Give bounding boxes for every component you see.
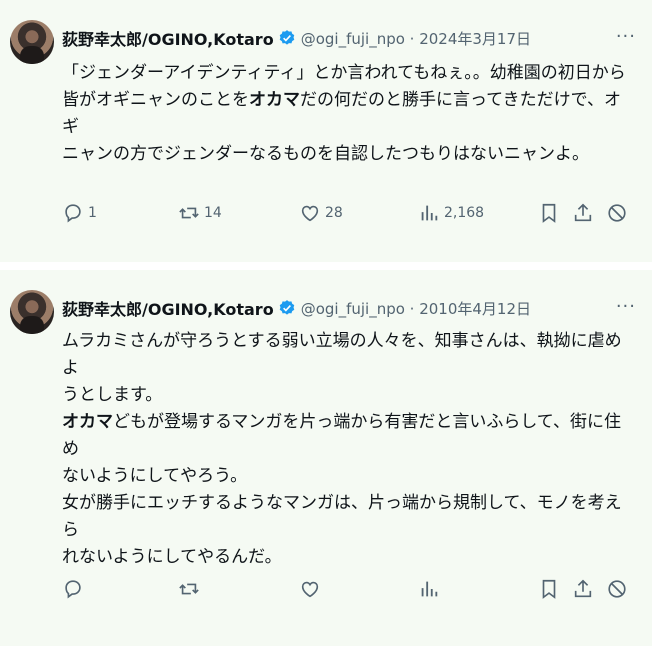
block-icon (608, 204, 626, 222)
tweet-text: ムラカミさんが守ろうとする弱い立場の人々を、知事さんは、執拗に虐めようとします。… (62, 328, 636, 571)
like-icon (301, 205, 319, 222)
like-count: 28 (325, 205, 343, 221)
share-button[interactable] (572, 202, 594, 224)
avatar[interactable] (10, 20, 54, 64)
share-button[interactable] (572, 578, 594, 600)
tweet-text-line: うとします。 (62, 382, 636, 409)
text-run: ムラカミさんが守ろうとする弱い立場の人々を、知事さんは、執拗に虐めよ (62, 331, 622, 378)
avatar[interactable] (10, 290, 54, 334)
tweet-text-line: ないようにしてやろう。 (62, 463, 636, 490)
views-icon (421, 581, 438, 597)
bookmark-button[interactable] (538, 578, 560, 600)
bold-text: オカマ (249, 90, 300, 110)
tweet-card[interactable]: 荻野幸太郎/OGINO,Kotaro @ogi_fuji_npo · 2024年… (0, 0, 652, 262)
tweet-actions (0, 578, 652, 608)
more-icon[interactable]: ··· (616, 296, 636, 317)
more-icon[interactable]: ··· (616, 26, 636, 47)
verified-badge-icon (279, 300, 294, 315)
text-run: 皆がオギニャンのことを (62, 90, 249, 110)
tweet-text-line: 皆がオギニャンのことをオカマだの何だのと勝手に言ってきただけで、オギ (62, 87, 636, 141)
reply-count: 1 (88, 205, 97, 221)
tweet-text-line: 「ジェンダーアイデンティティ」とか言われてもねぇ。。幼稚園の初日から (62, 60, 636, 87)
tweet-text: 「ジェンダーアイデンティティ」とか言われてもねぇ。。幼稚園の初日から 皆がオギニャ… (62, 60, 636, 168)
handle-and-date[interactable]: @ogi_fuji_npo · 2024年3月17日 (301, 28, 531, 49)
views-button[interactable] (418, 578, 444, 600)
text-run: れないようにしてやるんだ。 (62, 547, 282, 567)
tweet-text-line: 女が勝手にエッチするようなマンガは、片っ端から規制して、モノを考えら (62, 490, 636, 544)
tweet-text-line: ムラカミさんが守ろうとする弱い立場の人々を、知事さんは、執拗に虐めよ (62, 328, 636, 382)
text-run: ないようにしてやろう。 (62, 466, 248, 486)
views-icon (421, 205, 438, 221)
text-run: 「ジェンダーアイデンティティ」とか言われてもねぇ。。幼稚園の初日から (62, 63, 626, 83)
handle-and-date[interactable]: @ogi_fuji_npo · 2010年4月12日 (301, 298, 531, 319)
retweet-icon (179, 207, 199, 219)
text-run: どもが登場するマンガを片っ端から有害だと言いふらして、街に住め (62, 412, 621, 459)
like-icon (301, 581, 319, 598)
retweet-button[interactable]: 14 (178, 202, 222, 224)
tweet-separator (0, 262, 652, 270)
tweet-text-line: ニャンの方でジェンダーなるものを自認したつもりはないニャンよ。 (62, 141, 636, 168)
author-name[interactable]: 荻野幸太郎/OGINO,Kotaro (62, 296, 274, 320)
reply-icon (65, 204, 81, 223)
reply-button[interactable] (62, 578, 88, 600)
tweet-header: 荻野幸太郎/OGINO,Kotaro @ogi_fuji_npo · 2010年… (62, 296, 531, 320)
bold-text: オカマ (62, 412, 113, 432)
block-button[interactable] (606, 202, 628, 224)
views-button[interactable]: 2,168 (418, 202, 484, 224)
reply-button[interactable]: 1 (62, 202, 97, 224)
views-count: 2,168 (444, 205, 485, 221)
text-run: うとします。 (62, 385, 163, 405)
text-run: ニャンの方でジェンダーなるものを自認したつもりはないニャンよ。 (62, 144, 589, 164)
retweet-button[interactable] (178, 578, 204, 600)
reply-icon (65, 580, 81, 599)
share-icon (574, 579, 592, 598)
tweet-text-line: オカマどもが登場するマンガを片っ端から有害だと言いふらして、街に住め (62, 409, 636, 463)
text-run: 女が勝手にエッチするようなマンガは、片っ端から規制して、モノを考えら (62, 493, 622, 540)
tweet-card[interactable]: 荻野幸太郎/OGINO,Kotaro @ogi_fuji_npo · 2010年… (0, 270, 652, 646)
share-icon (574, 203, 592, 222)
like-button[interactable]: 28 (299, 202, 343, 224)
retweet-icon (179, 583, 199, 595)
bookmark-icon (542, 203, 556, 223)
verified-badge-icon (279, 30, 294, 45)
tweet-header: 荻野幸太郎/OGINO,Kotaro @ogi_fuji_npo · 2024年… (62, 26, 531, 50)
tweet-text-line: れないようにしてやるんだ。 (62, 544, 636, 571)
bookmark-icon (542, 579, 556, 599)
bookmark-button[interactable] (538, 202, 560, 224)
author-name[interactable]: 荻野幸太郎/OGINO,Kotaro (62, 26, 274, 50)
tweet-actions: 1 14 28 2,168 (0, 202, 652, 232)
retweet-count: 14 (204, 205, 222, 221)
block-icon (608, 580, 626, 598)
block-button[interactable] (606, 578, 628, 600)
like-button[interactable] (299, 578, 325, 600)
